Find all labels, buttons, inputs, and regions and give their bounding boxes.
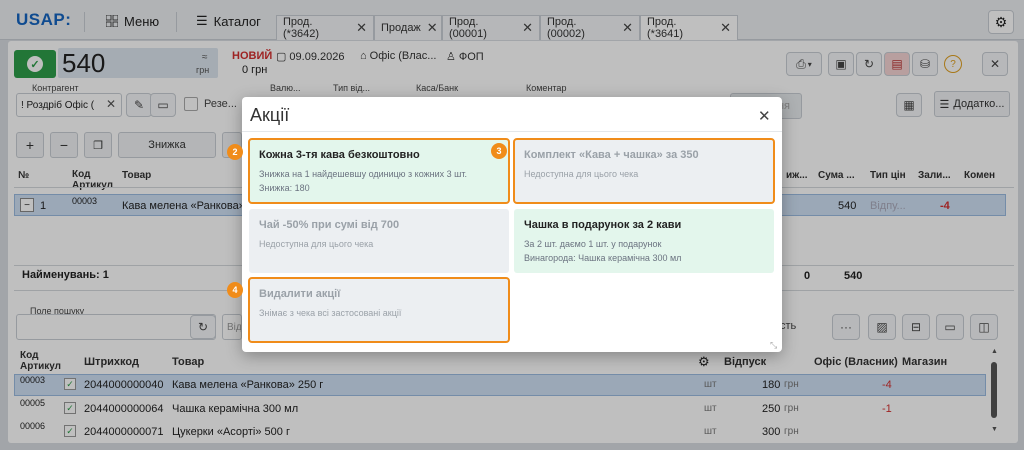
resize-handle-icon[interactable]: ⤡ [770,340,777,351]
divider [242,131,782,132]
promo-desc: Недоступна для цього чека [524,169,639,179]
promo-card-tea[interactable]: Чай -50% при сумі від 700 Недоступна для… [249,209,509,273]
step-badge: 2 [227,144,243,160]
close-icon: ✕ [758,108,771,125]
promo-title: Комплект «Кава + чашка» за 350 [524,149,699,161]
promo-desc: За 2 шт. даємо 1 шт. у подарунок [524,239,662,249]
promo-title: Чашка в подарунок за 2 кави [524,219,682,231]
promo-desc: Недоступна для цього чека [259,239,374,249]
promo-title: Кожна 3-тя кава безкоштовно [259,149,420,161]
promo-discount: Знижка: 180 [259,183,310,193]
dialog-close-button[interactable]: ✕ [758,107,771,125]
promo-card-third-coffee[interactable]: Кожна 3-тя кава безкоштовно Знижка на 1 … [248,138,510,204]
step-badge: 4 [227,282,243,298]
promo-card-gift-cup[interactable]: Чашка в подарунок за 2 кави За 2 шт. дає… [514,209,774,273]
step-badge: 3 [491,143,507,159]
promo-title: Видалити акції [259,288,341,300]
remove-promotions-button[interactable]: Видалити акції Знімає з чека всі застосо… [248,277,510,343]
dialog-title: Акції [250,105,290,125]
promo-desc: Знижка на 1 найдешевшу одиницю з кожних … [259,169,467,179]
promo-reward: Винагорода: Чашка керамічна 300 мл [524,253,682,263]
promo-title: Чай -50% при сумі від 700 [259,219,400,231]
promo-desc: Знімає з чека всі застосовані акції [259,308,402,318]
promo-card-combo[interactable]: Комплект «Кава + чашка» за 350 Недоступн… [513,138,775,204]
